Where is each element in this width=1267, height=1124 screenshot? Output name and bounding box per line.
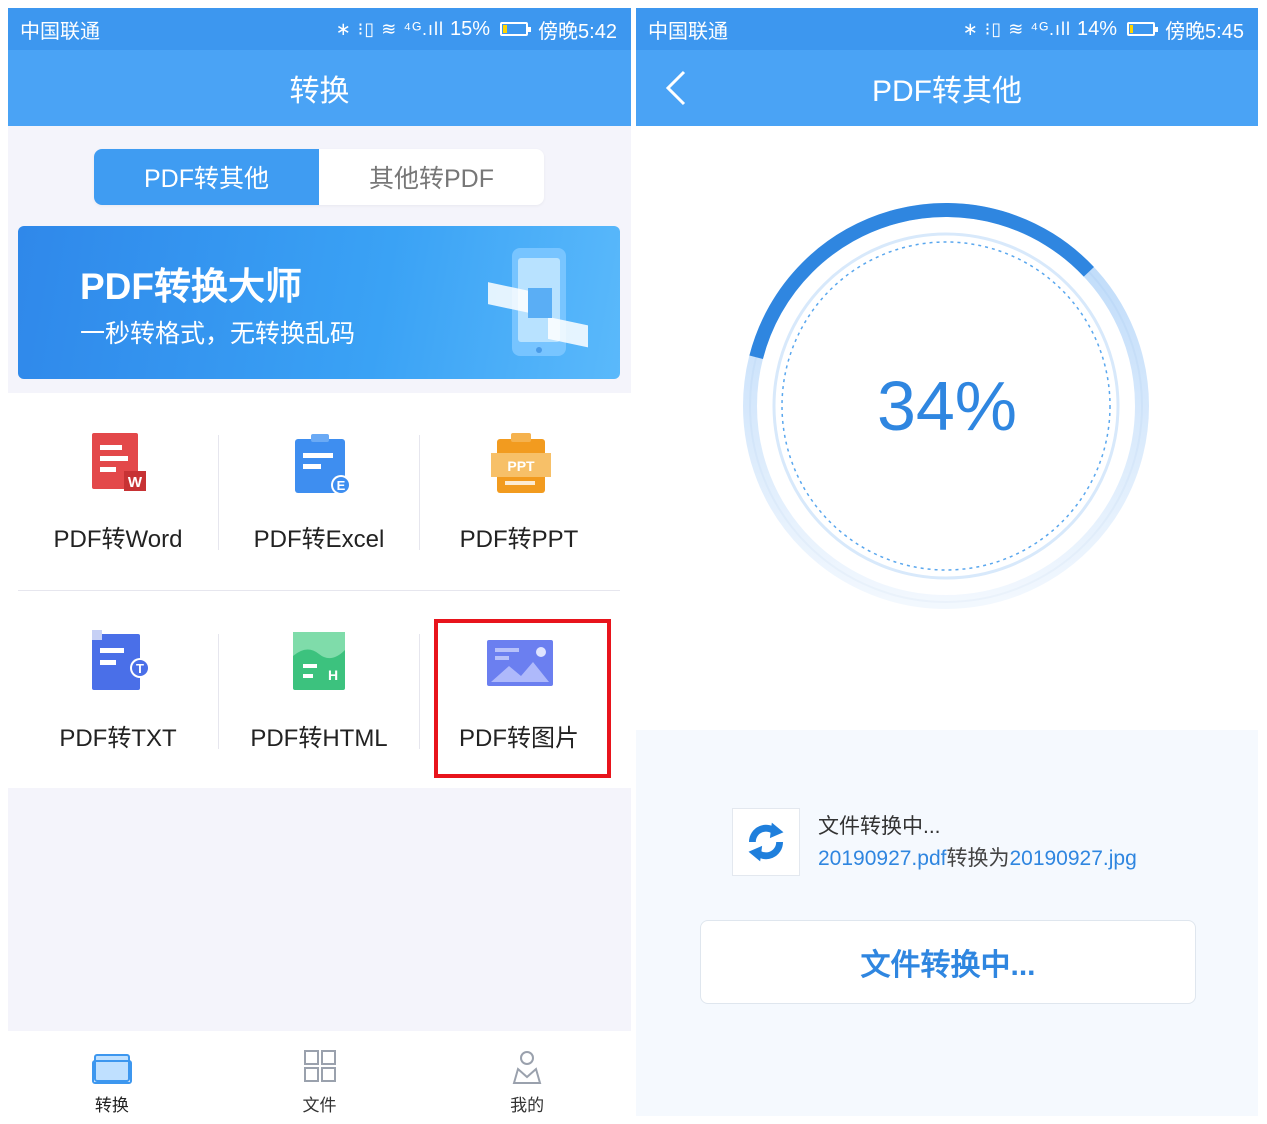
tool-label: PDF转HTML (250, 725, 388, 752)
profile-icon (512, 1051, 542, 1084)
svg-text:H: H (328, 667, 338, 683)
ppt-icon: PPT (491, 433, 551, 493)
tool-pdf-to-excel[interactable]: E PDF转Excel (219, 393, 419, 568)
battery-icon (500, 22, 532, 36)
tool-pdf-to-html[interactable]: H PDF转HTML (219, 592, 419, 767)
promo-banner[interactable]: PDF转换大师 一秒转格式，无转换乱码 (18, 226, 620, 379)
left-phone-screen: 中国联通 ∗ ⁝▯ ≋ ⁴ᴳ.ıll 15% 傍晚5:42 转换 PDF转其他 … (8, 8, 631, 1116)
tab-pdf-to-other[interactable]: PDF转其他 (94, 149, 319, 205)
progress-area: 34% (636, 126, 1258, 730)
status-time: 傍晚5:42 (538, 20, 617, 43)
status-bar: 中国联通 ∗ ⁝▯ ≋ ⁴ᴳ.ıll 14% 傍晚5:45 (636, 8, 1258, 50)
status-right: ∗ ⁝▯ ≋ ⁴ᴳ.ıll 14% 傍晚5:45 (963, 15, 1244, 44)
grid-icon (303, 1050, 336, 1082)
tool-label: PDF转PPT (459, 526, 579, 553)
page-title: 转换 (8, 50, 631, 126)
tab-bar: PDF转其他 其他转PDF (94, 149, 544, 205)
battery-percent: 14% (1077, 17, 1118, 40)
nav-label: 我的 (510, 1096, 545, 1115)
svg-text:T: T (136, 661, 144, 676)
status-icons: ∗ ⁝▯ ≋ ⁴ᴳ.ıll (962, 18, 1072, 39)
status-time: 傍晚5:45 (1165, 20, 1244, 43)
grid-divider (218, 435, 219, 550)
right-phone-screen: 中国联通 ∗ ⁝▯ ≋ ⁴ᴳ.ıll 14% 傍晚5:45 PDF转其他 34%… (636, 8, 1258, 1116)
nav-label: 转换 (94, 1096, 129, 1115)
grid-divider (419, 435, 420, 550)
converting-button[interactable]: 文件转换中... (700, 920, 1196, 1004)
sync-icon (748, 822, 784, 862)
nav-item-mine[interactable]: 我的 (423, 1031, 631, 1116)
tool-label: PDF转Word (53, 526, 183, 553)
nav-item-files[interactable]: 文件 (216, 1031, 424, 1116)
tool-pdf-to-word[interactable]: W PDF转Word (18, 393, 218, 568)
page-title: PDF转其他 (872, 75, 1022, 108)
banner-subtitle: 一秒转格式，无转换乱码 (80, 320, 356, 348)
battery-icon (1127, 22, 1159, 36)
file-thumbnail (732, 808, 800, 876)
html-icon: H (293, 632, 345, 690)
nav-label: 文件 (302, 1096, 337, 1115)
back-arrow-icon[interactable] (658, 68, 698, 108)
grid-row-divider (18, 590, 620, 591)
screenshot-canvas: 中国联通 ∗ ⁝▯ ≋ ⁴ᴳ.ıll 15% 傍晚5:42 转换 PDF转其他 … (0, 0, 1267, 1124)
banner-title: PDF转换大师 (80, 266, 302, 307)
txt-icon: T (92, 630, 150, 690)
grid-divider (218, 634, 219, 749)
svg-text:W: W (128, 474, 143, 491)
conversion-file-names: 20190927.pdf转换为20190927.jpg (818, 842, 1137, 872)
tool-label: PDF转TXT (59, 725, 177, 752)
conversion-panel: 文件转换中... 20190927.pdf转换为20190927.jpg 文件转… (636, 730, 1258, 1116)
grid-divider (419, 634, 420, 749)
conversion-status-text: 文件转换中... (818, 815, 941, 838)
svg-text:PPT: PPT (507, 458, 535, 474)
status-right: ∗ ⁝▯ ≋ ⁴ᴳ.ıll 15% 傍晚5:42 (336, 15, 617, 44)
nav-item-convert[interactable]: 转换 (8, 1031, 216, 1116)
tool-label: PDF转Excel (253, 526, 385, 553)
status-bar: 中国联通 ∗ ⁝▯ ≋ ⁴ᴳ.ıll 15% 傍晚5:42 (8, 8, 631, 50)
highlight-annotation (434, 619, 611, 778)
carrier-label: 中国联通 (648, 20, 728, 43)
header-bar: PDF转其他 (636, 50, 1258, 126)
bottom-nav: 转换 文件 我的 (8, 1031, 631, 1116)
status-icons: ∗ ⁝▯ ≋ ⁴ᴳ.ıll (335, 18, 445, 39)
source-file: 20190927.pdf (818, 847, 947, 870)
carrier-label: 中国联通 (20, 20, 100, 43)
tool-pdf-to-txt[interactable]: T PDF转TXT (18, 592, 218, 767)
svg-text:E: E (337, 478, 346, 493)
tab-other-to-pdf[interactable]: 其他转PDF (319, 149, 544, 205)
phone-illustration-icon (488, 248, 588, 356)
tool-pdf-to-ppt[interactable]: PPT PDF转PPT (419, 393, 619, 568)
excel-icon: E (295, 434, 351, 495)
battery-percent: 15% (450, 17, 491, 40)
progress-percent: 34% (876, 367, 1018, 445)
convert-connector: 转换为 (946, 847, 1010, 870)
target-file: 20190927.jpg (1009, 847, 1137, 870)
folder-icon (91, 1054, 132, 1084)
word-icon: W (92, 433, 146, 491)
